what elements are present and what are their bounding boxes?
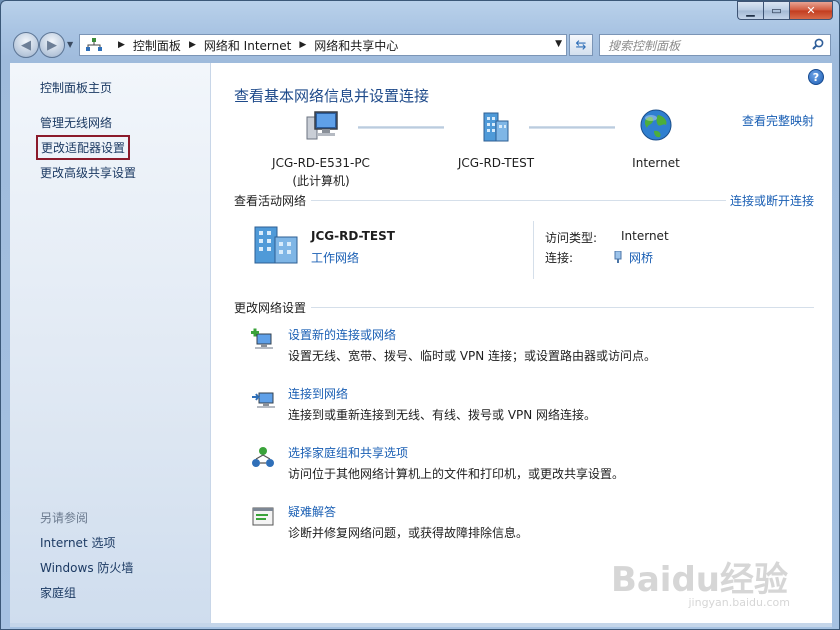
- task-troubleshoot: 疑难解答 诊断并修复网络问题，或获得故障排除信息。: [251, 503, 811, 549]
- troubleshoot-desc: 诊断并修复网络问题，或获得故障排除信息。: [288, 526, 529, 540]
- homegroup-sharing-link[interactable]: 选择家庭组和共享选项: [288, 444, 408, 461]
- minimize-button[interactable]: ▁: [737, 1, 763, 20]
- network-bridge-icon: [614, 250, 622, 263]
- connection-bridge-label: 网桥: [629, 251, 654, 265]
- network-type-link[interactable]: 工作网络: [311, 249, 359, 266]
- maximize-button[interactable]: ▭: [763, 1, 789, 20]
- recent-pages-dropdown-icon[interactable]: ▼: [67, 40, 73, 49]
- sidebar-item-advanced-sharing[interactable]: 更改高级共享设置: [40, 164, 136, 181]
- toolbar: ◀ ▶ ▼ ▶ 控制面板 ▶ 网络和 Internet ▶ 网络和共享中心 ▼ …: [11, 31, 831, 59]
- sidebar-item-internet-options[interactable]: Internet 选项: [40, 534, 115, 551]
- homegroup-sharing-desc: 访问位于其他网络计算机上的文件和打印机，或更改共享设置。: [288, 467, 625, 481]
- setup-connection-link[interactable]: 设置新的连接或网络: [288, 326, 396, 343]
- network-building-icon: [254, 226, 298, 264]
- window-bottom-border: [10, 623, 832, 627]
- address-dropdown-icon[interactable]: ▼: [555, 39, 562, 49]
- map-link-line: [358, 126, 444, 129]
- task-setup-connection: 设置新的连接或网络 设置无线、宽带、拨号、临时或 VPN 连接；或设置路由器或访…: [251, 326, 811, 372]
- new-connection-icon: [251, 328, 273, 349]
- window: ▁ ▭ ✕ ◀ ▶ ▼ ▶ 控制面板 ▶ 网络和 Internet ▶ 网络和共…: [0, 0, 840, 630]
- breadcrumb-separator-icon: ▶: [299, 40, 307, 50]
- map-link-line: [529, 126, 615, 129]
- view-full-map-link[interactable]: 查看完整映射: [742, 112, 814, 129]
- task-homegroup-sharing: 选择家庭组和共享选项 访问位于其他网络计算机上的文件和打印机，或更改共享设置。: [251, 444, 811, 490]
- connect-network-link[interactable]: 连接到网络: [288, 385, 348, 402]
- address-bar[interactable]: ▶ 控制面板 ▶ 网络和 Internet ▶ 网络和共享中心 ▼: [79, 34, 567, 56]
- access-type-value: Internet: [621, 229, 669, 243]
- section-divider: [311, 200, 726, 201]
- task-connect-network: 连接到网络 连接到或重新连接到无线、有线、拨号或 VPN 网络连接。: [251, 385, 811, 431]
- access-type-label: 访问类型:: [545, 231, 598, 245]
- page-title: 查看基本网络信息并设置连接: [234, 87, 430, 105]
- watermark-logo: Baidu经验: [610, 560, 788, 600]
- breadcrumb-separator-icon: ▶: [118, 40, 125, 50]
- change-settings-heading: 更改网络设置: [234, 301, 307, 315]
- search-box[interactable]: 搜索控制面板: [599, 34, 831, 56]
- troubleshoot-link[interactable]: 疑难解答: [288, 503, 336, 520]
- breadcrumb-control-panel[interactable]: 控制面板: [133, 37, 181, 54]
- active-network-name: JCG-RD-TEST: [311, 229, 395, 243]
- computer-subtitle: (此计算机): [292, 174, 350, 188]
- connections-label: 连接:: [545, 251, 574, 265]
- back-arrow-icon: ◀: [21, 37, 31, 53]
- left-navigation-pane: 控制面板主页 管理无线网络 更改适配器设置 更改高级共享设置 另请参阅 Inte…: [10, 63, 211, 623]
- connect-disconnect-link[interactable]: 连接或断开连接: [730, 192, 814, 209]
- network-building-icon: [483, 112, 509, 142]
- breadcrumb-separator-icon: ▶: [188, 40, 196, 50]
- search-input[interactable]: 搜索控制面板: [608, 37, 680, 54]
- sidebar-item-change-adapter-settings[interactable]: 更改适配器设置: [35, 135, 131, 160]
- breadcrumb-network-sharing-center[interactable]: 网络和共享中心: [314, 37, 398, 54]
- internet-name: Internet: [632, 156, 680, 170]
- caption-buttons: ▁ ▭ ✕: [737, 1, 833, 20]
- watermark-url: jingyan.baidu.com: [688, 596, 790, 609]
- refresh-icon: ⇆: [575, 37, 587, 53]
- see-also-heading: 另请参阅: [40, 511, 89, 525]
- close-button[interactable]: ✕: [789, 1, 833, 20]
- vertical-divider: [533, 221, 534, 279]
- back-button[interactable]: ◀: [13, 32, 39, 58]
- connect-network-desc: 连接到或重新连接到无线、有线、拨号或 VPN 网络连接。: [288, 408, 597, 422]
- homegroup-icon: [252, 447, 274, 467]
- network-folder-icon: [86, 38, 102, 51]
- section-divider: [311, 307, 814, 308]
- sidebar-item-manage-wireless[interactable]: 管理无线网络: [40, 114, 112, 131]
- breadcrumb-network-internet[interactable]: 网络和 Internet: [204, 37, 291, 54]
- connection-bridge-link[interactable]: 网桥: [613, 249, 653, 266]
- help-button[interactable]: ?: [808, 69, 824, 85]
- setup-connection-desc: 设置无线、宽带、拨号、临时或 VPN 连接；或设置路由器或访问点。: [288, 349, 657, 363]
- computer-icon: [306, 111, 338, 140]
- active-networks-heading: 查看活动网络: [234, 194, 307, 208]
- map-node-network[interactable]: JCG-RD-TEST: [436, 109, 556, 170]
- refresh-button[interactable]: ⇆: [569, 34, 593, 56]
- active-network-panel: JCG-RD-TEST 工作网络 访问类型: Internet 连接: 网桥: [251, 221, 811, 281]
- main-content-pane: ? 查看基本网络信息并设置连接 查看完整映射 JCG-RD-E531-PC (此…: [211, 63, 832, 623]
- computer-name: JCG-RD-E531-PC: [272, 156, 370, 170]
- sidebar-item-control-panel-home[interactable]: 控制面板主页: [40, 79, 112, 96]
- troubleshoot-icon: [252, 507, 274, 526]
- map-node-internet[interactable]: Internet: [611, 109, 701, 170]
- network-name: JCG-RD-TEST: [457, 156, 535, 170]
- forward-arrow-icon: ▶: [47, 37, 57, 53]
- sidebar-item-homegroup[interactable]: 家庭组: [40, 584, 76, 601]
- help-icon: ?: [812, 70, 820, 84]
- search-icon[interactable]: [812, 38, 824, 50]
- sidebar-item-windows-firewall[interactable]: Windows 防火墙: [40, 559, 133, 576]
- map-node-computer[interactable]: JCG-RD-E531-PC (此计算机): [261, 109, 381, 189]
- globe-icon: [640, 109, 672, 141]
- forward-button[interactable]: ▶: [39, 32, 65, 58]
- connect-network-icon: [252, 392, 275, 408]
